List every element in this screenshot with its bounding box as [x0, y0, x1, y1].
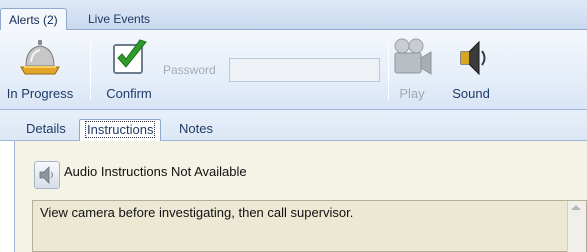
toolbar: In Progress Confirm Password Play Sound — [0, 30, 587, 110]
tab-notes-label: Notes — [179, 121, 213, 136]
tab-notes[interactable]: Notes — [173, 119, 219, 141]
audio-status-text: Audio Instructions Not Available — [64, 164, 247, 179]
instructions-text: View camera before investigating, then c… — [40, 205, 354, 220]
confirm-button[interactable]: Confirm — [100, 36, 158, 106]
speaker-icon — [460, 40, 486, 76]
sound-label: Sound — [452, 86, 490, 101]
toolbar-separator — [388, 42, 389, 100]
instructions-scrollbar[interactable] — [567, 201, 586, 252]
confirm-label: Confirm — [106, 86, 152, 101]
password-input[interactable] — [229, 58, 380, 82]
sound-button[interactable]: Sound — [448, 36, 494, 106]
checkbox-check-icon — [113, 39, 147, 74]
scroll-up-arrow-icon[interactable] — [571, 205, 581, 210]
service-bell-icon — [20, 40, 60, 75]
play-button[interactable]: Play — [390, 36, 434, 106]
play-label: Play — [399, 86, 425, 101]
video-camera-icon — [394, 38, 432, 75]
tab-live-events[interactable]: Live Events — [80, 8, 158, 30]
tab-alerts[interactable]: Alerts (2) — [0, 8, 67, 30]
audio-instructions-button[interactable] — [34, 161, 60, 189]
speaker-icon — [39, 166, 54, 184]
tab-alerts-label: Alerts (2) — [9, 13, 58, 27]
in-progress-button[interactable]: In Progress — [0, 36, 80, 106]
toolbar-separator — [90, 42, 91, 100]
tab-details-label: Details — [26, 121, 66, 136]
tab-details[interactable]: Details — [20, 119, 72, 141]
tab-instructions-label: Instructions — [84, 121, 156, 138]
password-label: Password — [163, 63, 216, 77]
detail-tab-bar: Details Instructions Notes — [0, 110, 587, 141]
in-progress-label: In Progress — [6, 86, 74, 101]
tab-live-events-label: Live Events — [88, 12, 151, 26]
tab-instructions[interactable]: Instructions — [79, 119, 162, 141]
top-tab-bar: Alerts (2) Live Events — [0, 0, 587, 30]
